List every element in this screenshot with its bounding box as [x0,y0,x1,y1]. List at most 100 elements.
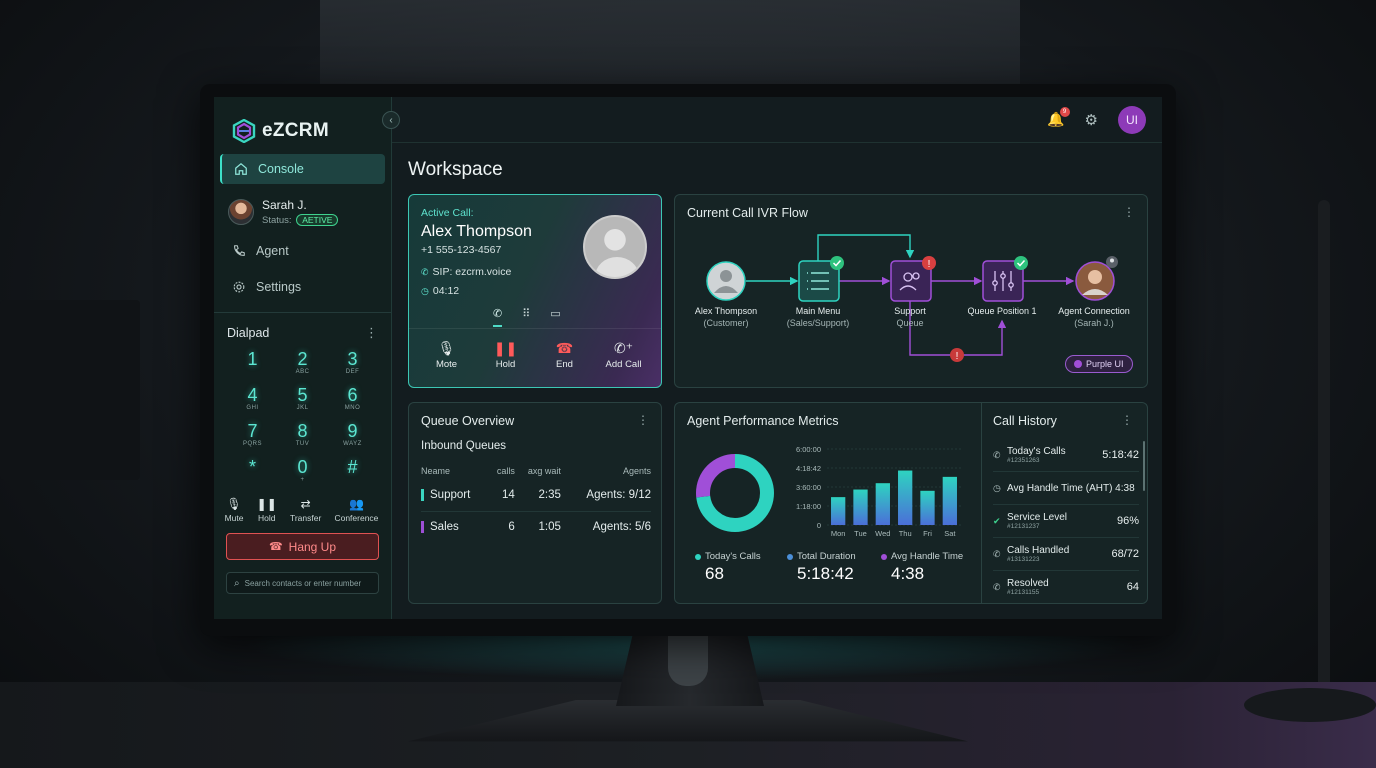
settings-button[interactable]: ⚙ [1085,111,1098,129]
stat-label: Avg Handle Time [881,551,963,562]
key-digit: 9 [347,421,358,441]
add-call-button[interactable]: ✆⁺ Add Call [597,339,651,370]
stat-value: 4:38 [891,564,925,583]
node-sub: (Sales/Support) [786,318,850,328]
dialpad-key[interactable]: 2 ABC [279,349,327,385]
queue-name: Support [421,488,471,501]
status-label: Status: [262,215,292,226]
dialpad-key[interactable]: 4 GHI [229,385,277,421]
search-input[interactable] [244,578,371,588]
bar [831,497,846,525]
agents-value: 9/12 [628,488,651,501]
dialpad-key[interactable]: * [229,457,277,493]
y-tick-label: 3:60:00 [796,483,821,492]
dialpad-key[interactable]: 6 MNO [329,385,377,421]
queue-calls: 14 [489,479,515,512]
sidebar-item-settings[interactable]: Settings [220,272,385,302]
dialpad-key[interactable]: 3 DEF [329,349,377,385]
more-icon[interactable]: ⋮ [1121,413,1133,427]
dialpad-key[interactable]: 8 TUV [279,421,327,457]
mute-button[interactable]: 🎙 Mute [225,497,244,523]
dialpad-key[interactable]: 0 + [279,457,327,493]
node-name: Agent Connection [1058,306,1130,316]
node-name: Main Menu [795,306,841,316]
agents-value: 5/6 [635,521,651,534]
hangup-icon: ☎ [555,340,574,356]
hold-button[interactable]: ❚❚ Hold [257,497,277,523]
call-duration: ◷ 04:12 [421,285,459,297]
user-profile[interactable]: Sarah J. Status: AETIVE [228,194,391,230]
list-item[interactable]: ✆ Resolved #12131155 64 [993,571,1139,599]
key-digit: 7 [247,421,258,441]
sidebar-item-label: Agent [256,244,289,258]
dialpad-header: Dialpad ⋮ [214,313,391,341]
app-screen: eZCRM Console Sarah J. Status: AETIVE Ag… [214,97,1162,619]
active-call-label: Active Call: [421,207,474,219]
check-icon [830,256,844,270]
more-icon[interactable]: ⋮ [637,413,649,427]
stat-label-text: Today's Calls [705,551,761,562]
purple-ui-toggle[interactable]: Purple UI [1065,355,1133,373]
transfer-button[interactable]: ⇄ Transfer [290,497,321,523]
history-value: 5:18:42 [1102,449,1139,461]
table-row[interactable]: Sales 6 1:05 Agents: 5/6 [421,511,651,543]
dialpad-key[interactable]: 1 [229,349,277,385]
ivr-node-label: Queue Position 1 [957,305,1047,317]
chevron-left-icon: ‹ [389,114,393,126]
dialpad-key[interactable]: # [329,457,377,493]
list-item[interactable]: ✔ Service Level #12131237 96% [993,505,1139,538]
sidebar-item-console[interactable]: Console [220,154,385,184]
background-window [320,0,1020,90]
agents-label: Agents: [586,488,626,501]
tab-keypad-grid-icon[interactable]: ⠿ [522,307,530,327]
stat-label-text: Total Duration [797,551,856,562]
table-row[interactable]: Support 14 2:35 Agents: 9/12 [421,479,651,512]
notifications-button[interactable]: 🔔 9 [1047,107,1070,128]
more-icon[interactable]: ⋮ [365,325,378,341]
list-item[interactable]: ◷ Avg Handle Time (AHT) 4:38 [993,472,1139,505]
clock-icon: ◷ [421,286,429,296]
key-letters: JKL [296,405,309,411]
performance-card: Agent Performance Metrics 0 1:18:00 3:60:0… [674,402,1148,604]
dialpad-key[interactable]: 7 PQRS [229,421,277,457]
ivr-node-label: Support Queue [865,305,955,329]
history-value: 64 [1126,581,1139,593]
conference-button[interactable]: 👥 Conference [334,497,378,523]
donut-chart [696,454,774,532]
dialpad-key[interactable]: 9 WAYZ [329,421,377,457]
brand-name: eZCRM [262,120,329,141]
history-scrollbar[interactable] [1143,441,1145,491]
top-bar: 🔔 9 ⚙ UI [392,97,1162,143]
dialpad-controls: 🎙 Mute ❚❚ Hold ⇄ Transfer 👥 Conference [214,493,391,523]
tab-video-icon[interactable]: ▭ [550,307,560,327]
column-header: Neame [421,466,451,476]
list-item[interactable]: ✆ Calls Handled #13131223 68/72 [993,538,1139,571]
queue-title: Queue Overview [421,414,515,428]
clock-icon: ◷ [993,482,1001,493]
lamp-stem [1318,200,1330,700]
queue-subtitle: Inbound Queues [421,440,507,452]
hang-up-button[interactable]: ☎ Hang Up [226,533,379,560]
mote-button[interactable]: 🎙 Mote [420,339,474,370]
collapse-sidebar-button[interactable]: ‹ [382,111,400,129]
tab-call-phone-icon[interactable]: ✆ [493,307,503,327]
duration-text: 04:12 [432,285,460,297]
key-digit: 3 [347,349,358,369]
sidebar-item-agent[interactable]: Agent [220,236,385,266]
user-avatar-button[interactable]: UI [1118,105,1146,134]
key-digit: 1 [247,349,258,369]
hold-button[interactable]: ❚❚ Hold [479,339,533,370]
dialpad-key[interactable]: 5 JKL [279,385,327,421]
stat-value: 68 [705,564,724,583]
node-sub: (Customer) [703,318,749,328]
ivr-node-label: Agent Connection (Sarah J.) [1049,305,1139,329]
monitor-stand-cutout [668,636,708,686]
end-button[interactable]: ☎ End [538,339,592,370]
sip-info: ✆ SIP: ezcrm.voice [421,266,511,278]
pill-label: Purple UI [1086,359,1124,369]
stat-label: Today's Calls [695,551,761,562]
agents-label: Agents: [592,521,632,534]
brand: eZCRM [214,97,391,149]
key-letters: PQRS [242,441,262,447]
list-item[interactable]: ✆ Today's Calls #12351263 5:18:42 [993,439,1139,472]
